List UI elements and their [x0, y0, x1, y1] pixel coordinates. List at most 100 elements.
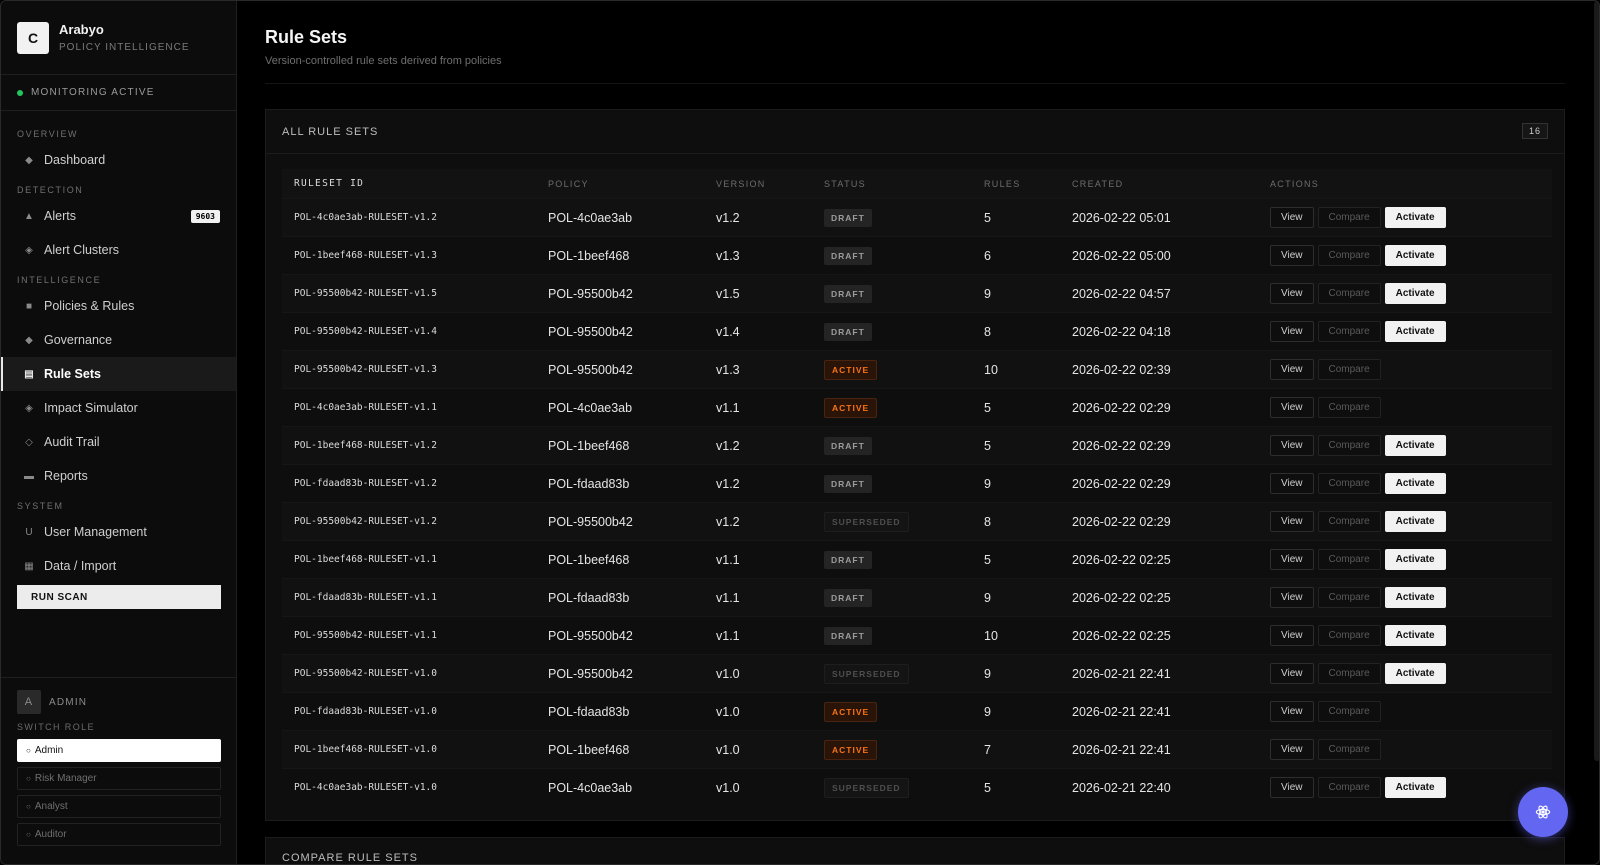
col-header-created[interactable]: CREATED: [1060, 179, 1258, 189]
activate-button[interactable]: Activate: [1384, 587, 1446, 608]
role-option-risk-manager[interactable]: ○ Risk Manager: [17, 767, 221, 790]
compare-button[interactable]: Compare: [1317, 207, 1381, 228]
compare-button[interactable]: Compare: [1317, 397, 1381, 418]
table-row[interactable]: POL-1beef468-RULESET-v1.0 POL-1beef468 v1.…: [282, 730, 1552, 768]
sidebar-item-policies[interactable]: ■ Policies & Rules: [1, 289, 236, 323]
table-row[interactable]: POL-95500b42-RULESET-v1.3 POL-95500b42 v1.…: [282, 350, 1552, 388]
brand-logo[interactable]: C: [17, 21, 49, 54]
compare-button[interactable]: Compare: [1317, 473, 1381, 494]
activate-button[interactable]: Activate: [1384, 435, 1446, 456]
ruleset-id: POL-1beef468-RULESET-v1.2: [294, 440, 437, 451]
sidebar-nav: OVERVIEW ◆ Dashboard DETECTION ▲ Alerts …: [1, 111, 236, 609]
activate-button[interactable]: Activate: [1384, 207, 1446, 228]
status-badge: SUPERSEDED: [824, 511, 909, 532]
col-header-ruleset-id[interactable]: RULESET ID: [282, 178, 536, 189]
activate-button[interactable]: Activate: [1384, 663, 1446, 684]
view-button[interactable]: View: [1270, 397, 1314, 418]
table-row[interactable]: POL-4c0ae3ab-RULESET-v1.1 POL-4c0ae3ab v1.…: [282, 388, 1552, 426]
policy-id: POL-fdaad83b: [548, 590, 630, 605]
table-row[interactable]: POL-95500b42-RULESET-v1.0 POL-95500b42 v1.…: [282, 654, 1552, 692]
table-row[interactable]: POL-4c0ae3ab-RULESET-v1.0 POL-4c0ae3ab v1.…: [282, 768, 1552, 806]
col-header-version[interactable]: VERSION: [704, 179, 812, 189]
view-button[interactable]: View: [1270, 435, 1314, 456]
activate-button[interactable]: Activate: [1384, 473, 1446, 494]
sidebar-item-impact-simulator[interactable]: ◈ Impact Simulator: [1, 391, 236, 425]
compare-button[interactable]: Compare: [1317, 663, 1381, 684]
activate-button[interactable]: Activate: [1384, 549, 1446, 570]
radio-icon: ○: [26, 802, 31, 811]
run-scan-button[interactable]: RUN SCAN: [17, 585, 221, 609]
compare-button[interactable]: Compare: [1317, 245, 1381, 266]
col-header-rules[interactable]: RULES: [972, 179, 1060, 189]
compare-button[interactable]: Compare: [1317, 739, 1381, 760]
table-row[interactable]: POL-4c0ae3ab-RULESET-v1.2 POL-4c0ae3ab v1.…: [282, 198, 1552, 236]
activate-button[interactable]: Activate: [1384, 283, 1446, 304]
role-option-admin[interactable]: ○ Admin: [17, 739, 221, 762]
activate-button[interactable]: Activate: [1384, 245, 1446, 266]
version: v1.1: [716, 590, 740, 605]
col-header-policy[interactable]: POLICY: [536, 179, 704, 189]
scrollbar[interactable]: [1594, 1, 1599, 761]
sidebar-item-rule-sets[interactable]: ▤ Rule Sets: [1, 357, 236, 391]
activate-button[interactable]: Activate: [1384, 511, 1446, 532]
sidebar-item-governance[interactable]: ◆ Governance: [1, 323, 236, 357]
view-button[interactable]: View: [1270, 511, 1314, 532]
view-button[interactable]: View: [1270, 777, 1314, 798]
compare-button[interactable]: Compare: [1317, 549, 1381, 570]
sidebar-item-reports[interactable]: ▬ Reports: [1, 459, 236, 493]
view-button[interactable]: View: [1270, 283, 1314, 304]
ruleset-id: POL-1beef468-RULESET-v1.0: [294, 744, 437, 755]
view-button[interactable]: View: [1270, 207, 1314, 228]
assistant-button[interactable]: [1518, 787, 1568, 837]
compare-button[interactable]: Compare: [1317, 435, 1381, 456]
sidebar-item-alerts[interactable]: ▲ Alerts 9603: [1, 199, 236, 233]
ruleset-id: POL-fdaad83b-RULESET-v1.2: [294, 478, 437, 489]
view-button[interactable]: View: [1270, 663, 1314, 684]
table-row[interactable]: POL-95500b42-RULESET-v1.4 POL-95500b42 v1.…: [282, 312, 1552, 350]
sidebar-item-dashboard[interactable]: ◆ Dashboard: [1, 143, 236, 177]
compare-button[interactable]: Compare: [1317, 625, 1381, 646]
compare-button[interactable]: Compare: [1317, 701, 1381, 722]
user-icon: U: [25, 526, 33, 538]
compare-button[interactable]: Compare: [1317, 777, 1381, 798]
rules-count: 5: [984, 552, 991, 567]
role-option-auditor[interactable]: ○ Auditor: [17, 823, 221, 846]
table-row[interactable]: POL-95500b42-RULESET-v1.1 POL-95500b42 v1.…: [282, 616, 1552, 654]
view-button[interactable]: View: [1270, 473, 1314, 494]
view-button[interactable]: View: [1270, 587, 1314, 608]
col-header-status[interactable]: STATUS: [812, 179, 972, 189]
sidebar-item-user-management[interactable]: U User Management: [1, 515, 236, 549]
compare-button[interactable]: Compare: [1317, 359, 1381, 380]
activate-button[interactable]: Activate: [1384, 777, 1446, 798]
compare-button[interactable]: Compare: [1317, 321, 1381, 342]
view-button[interactable]: View: [1270, 739, 1314, 760]
compare-button[interactable]: Compare: [1317, 511, 1381, 532]
view-button[interactable]: View: [1270, 321, 1314, 342]
sidebar-item-data-import[interactable]: ▦ Data / Import: [1, 549, 236, 583]
status-badge: DRAFT: [824, 322, 872, 341]
table-row[interactable]: POL-fdaad83b-RULESET-v1.2 POL-fdaad83b v1.…: [282, 464, 1552, 502]
view-button[interactable]: View: [1270, 245, 1314, 266]
rules-count: 9: [984, 590, 991, 605]
diamond-icon: ◆: [25, 154, 33, 166]
view-button[interactable]: View: [1270, 625, 1314, 646]
compare-button[interactable]: Compare: [1317, 587, 1381, 608]
table-row[interactable]: POL-95500b42-RULESET-v1.2 POL-95500b42 v1.…: [282, 502, 1552, 540]
table-row[interactable]: POL-1beef468-RULESET-v1.2 POL-1beef468 v1.…: [282, 426, 1552, 464]
view-button[interactable]: View: [1270, 701, 1314, 722]
created-timestamp: 2026-02-22 02:29: [1072, 438, 1171, 453]
rules-count: 9: [984, 666, 991, 681]
table-row[interactable]: POL-95500b42-RULESET-v1.5 POL-95500b42 v1.…: [282, 274, 1552, 312]
sidebar-item-alert-clusters[interactable]: ◈ Alert Clusters: [1, 233, 236, 267]
sidebar-item-audit-trail[interactable]: ◇ Audit Trail: [1, 425, 236, 459]
view-button[interactable]: View: [1270, 549, 1314, 570]
compare-button[interactable]: Compare: [1317, 283, 1381, 304]
activate-button[interactable]: Activate: [1384, 625, 1446, 646]
role-option-analyst[interactable]: ○ Analyst: [17, 795, 221, 818]
activate-button[interactable]: Activate: [1384, 321, 1446, 342]
table-row[interactable]: POL-1beef468-RULESET-v1.1 POL-1beef468 v1.…: [282, 540, 1552, 578]
table-row[interactable]: POL-fdaad83b-RULESET-v1.0 POL-fdaad83b v1.…: [282, 692, 1552, 730]
table-row[interactable]: POL-fdaad83b-RULESET-v1.1 POL-fdaad83b v1.…: [282, 578, 1552, 616]
view-button[interactable]: View: [1270, 359, 1314, 380]
table-row[interactable]: POL-1beef468-RULESET-v1.3 POL-1beef468 v1.…: [282, 236, 1552, 274]
